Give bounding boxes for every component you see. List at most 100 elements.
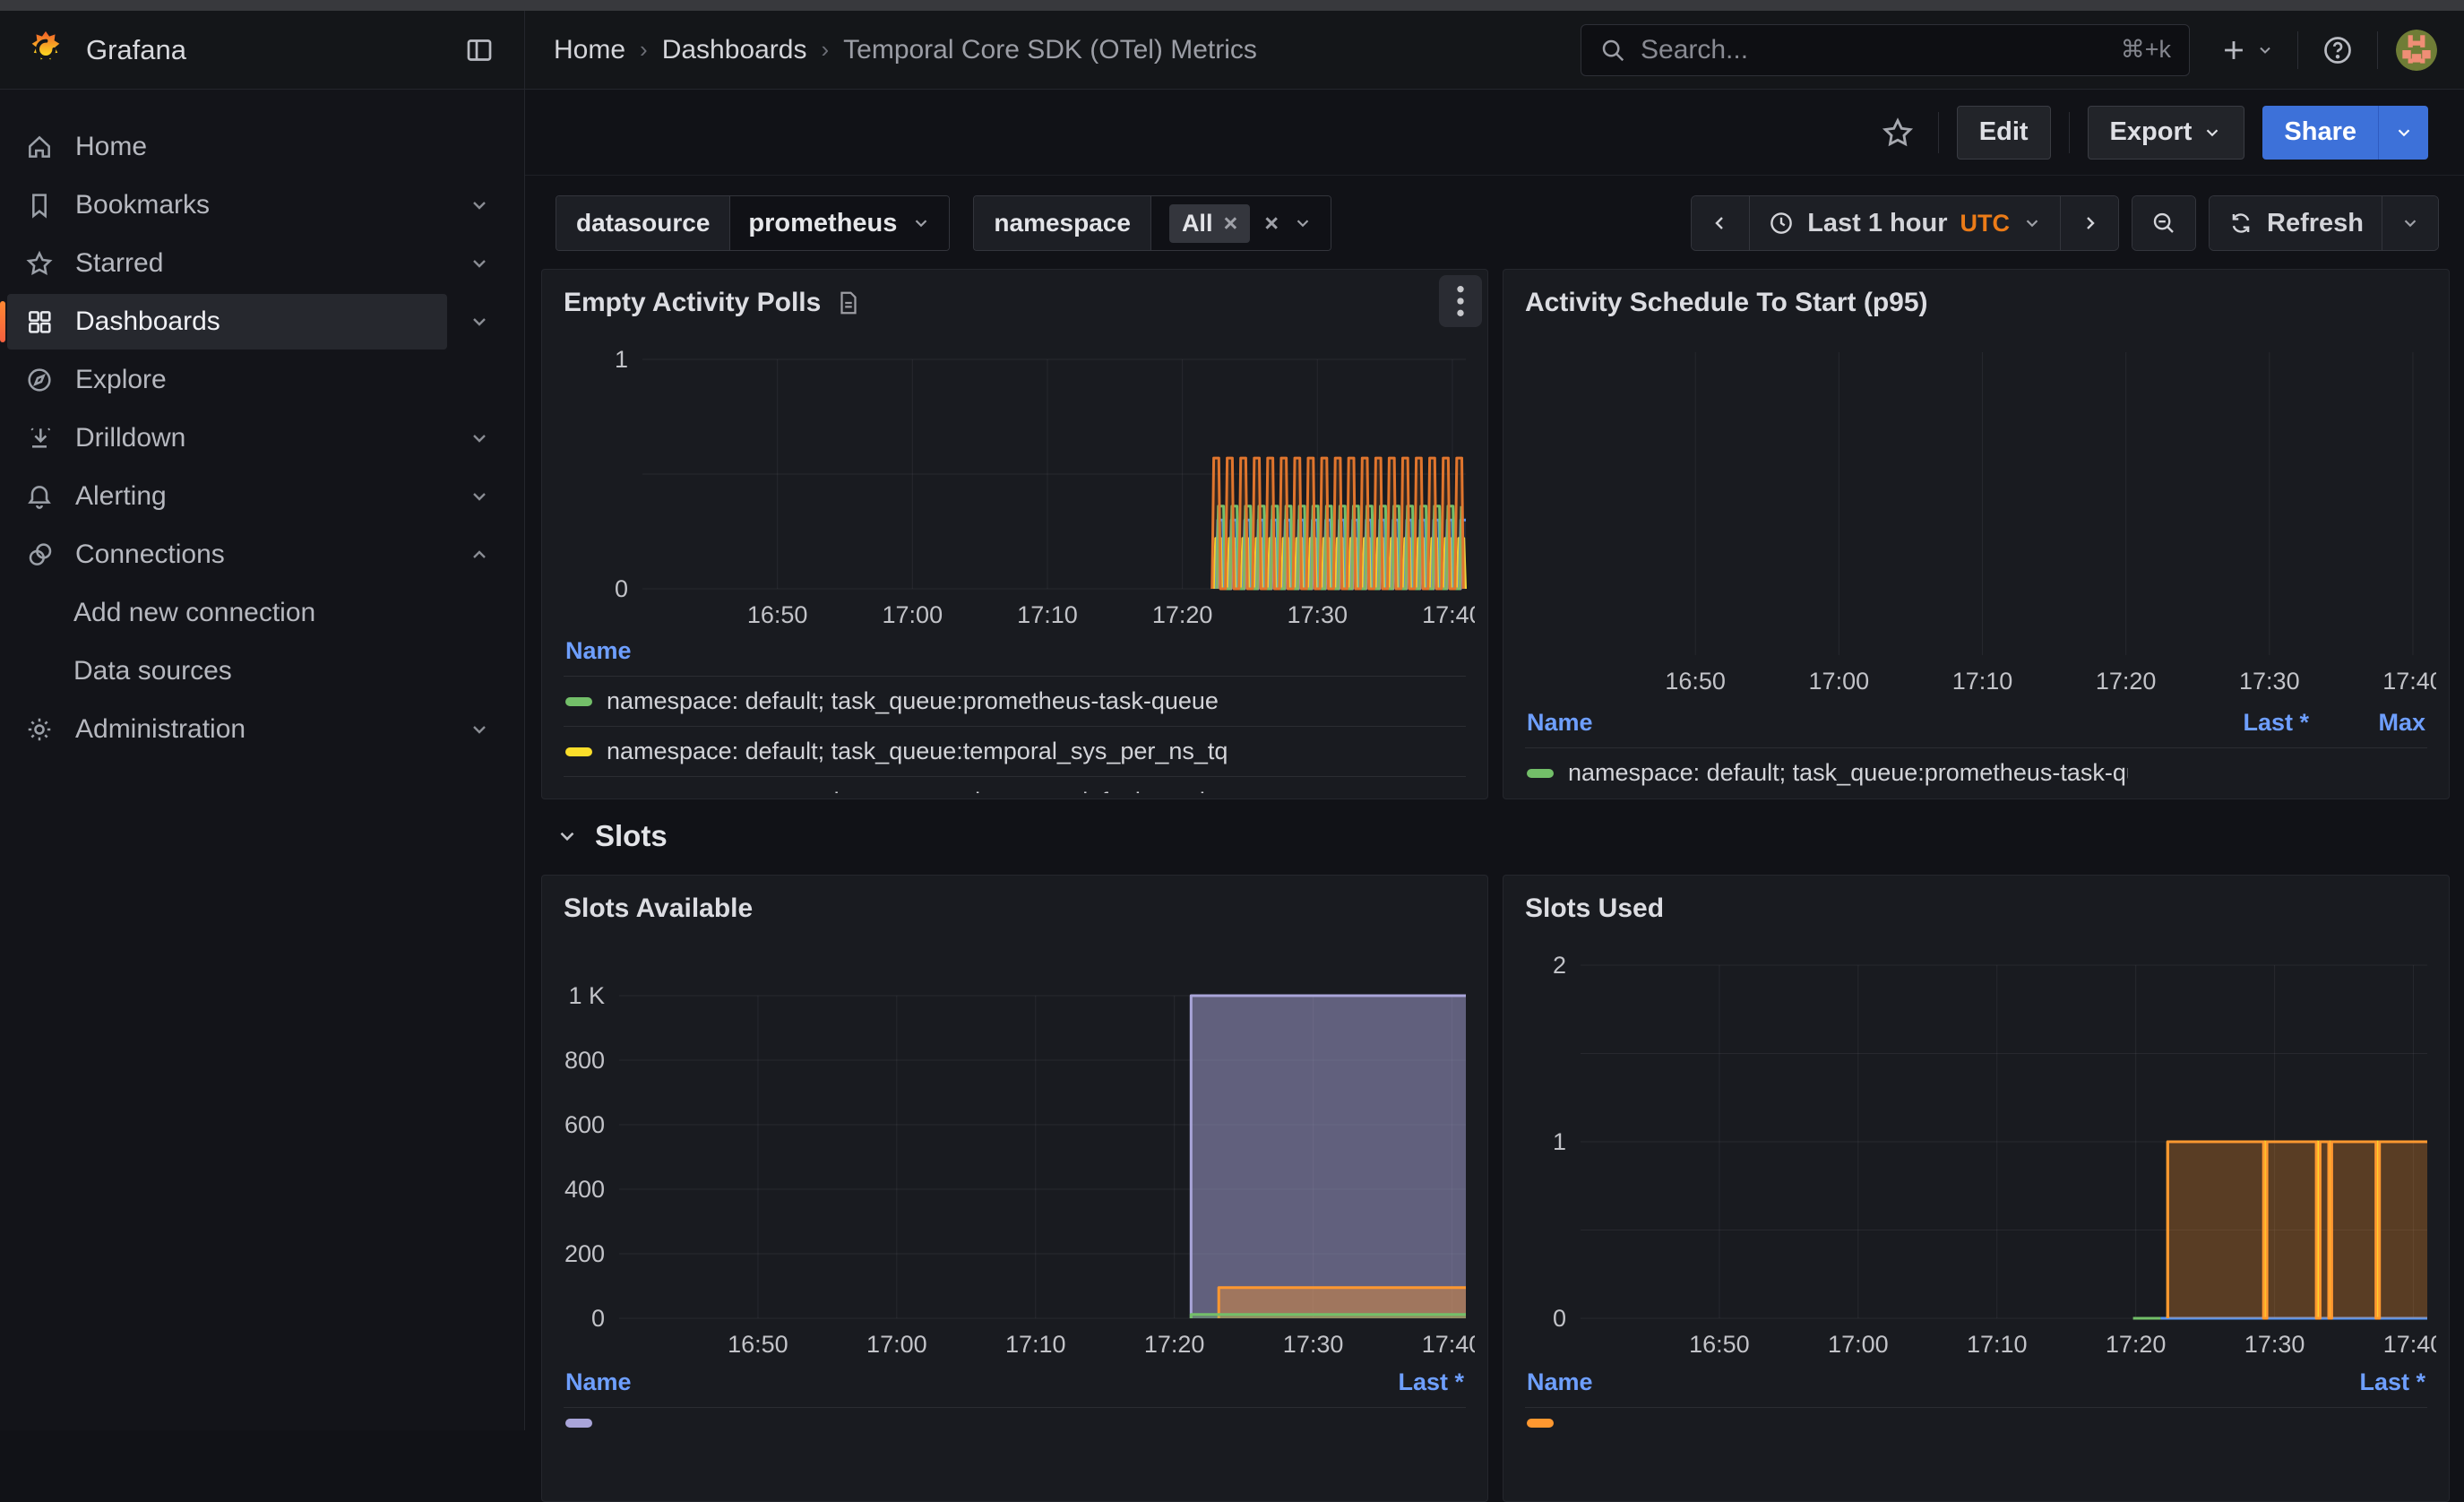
legend-row[interactable]: namespace: temporal_system; task_queue:d… bbox=[564, 776, 1466, 793]
search-input[interactable]: Search... ⌘+k bbox=[1581, 24, 2190, 76]
chevron-down-icon[interactable] bbox=[447, 719, 512, 740]
row-section-slots[interactable]: Slots bbox=[556, 816, 2464, 857]
window-chrome-strip bbox=[0, 0, 2464, 11]
namespace-chip[interactable]: All × bbox=[1169, 204, 1250, 243]
bookmark-icon bbox=[25, 191, 54, 220]
series-name: namespace: default; task_queue:prometheu… bbox=[607, 687, 1464, 715]
panel-menu-button[interactable] bbox=[1439, 275, 1482, 327]
svg-text:600: 600 bbox=[564, 1111, 605, 1138]
namespace-select[interactable]: All × × bbox=[1150, 196, 1331, 250]
connections-icon bbox=[25, 540, 54, 569]
sidebar-item-administration[interactable]: Administration bbox=[7, 702, 447, 757]
legend-row[interactable]: namespace: default; task_queue:prometheu… bbox=[564, 676, 1466, 726]
sidebar-item-drilldown[interactable]: Drilldown bbox=[7, 410, 447, 466]
chevron-down-icon bbox=[556, 824, 579, 848]
clear-all-icon[interactable]: × bbox=[1264, 210, 1279, 237]
time-shift-forward-button[interactable] bbox=[2060, 196, 2118, 250]
series-color-pill bbox=[565, 1419, 592, 1428]
chevron-down-icon[interactable] bbox=[447, 253, 512, 274]
svg-text:400: 400 bbox=[564, 1176, 605, 1203]
magnifier-minus-icon bbox=[2150, 210, 2177, 237]
timeseries-chart[interactable]: 16:5017:0017:1017:2017:3017:400200400600… bbox=[564, 931, 1475, 1361]
series-name: namespace: default; task_queue:temporal_… bbox=[607, 738, 1464, 765]
timeseries-chart[interactable]: 16:5017:0017:1017:2017:3017:4001 bbox=[564, 325, 1475, 630]
svg-text:2: 2 bbox=[1553, 952, 1566, 979]
chevron-down-icon bbox=[2400, 213, 2420, 233]
kebab-menu-icon bbox=[1450, 283, 1471, 319]
share-button[interactable]: Share bbox=[2262, 106, 2378, 160]
sidebar-item-alerting[interactable]: Alerting bbox=[7, 469, 447, 524]
compass-icon bbox=[25, 366, 54, 394]
breadcrumb-home[interactable]: Home bbox=[554, 35, 625, 65]
help-button[interactable] bbox=[2316, 29, 2359, 72]
chevron-down-icon[interactable] bbox=[447, 427, 512, 449]
legend-header-last-[interactable]: Last * bbox=[1312, 1368, 1464, 1396]
sidebar-item-home[interactable]: Home bbox=[7, 119, 447, 175]
add-new-button[interactable] bbox=[2213, 30, 2279, 71]
drilldown-icon bbox=[25, 424, 54, 453]
panel-title[interactable]: Activity Schedule To Start (p95) bbox=[1525, 288, 1928, 318]
time-shift-back-button[interactable] bbox=[1692, 196, 1749, 250]
chevron-down-icon[interactable] bbox=[447, 311, 512, 332]
legend-header-name[interactable]: Name bbox=[565, 637, 1464, 665]
sidebar-item-connections[interactable]: Connections bbox=[7, 527, 447, 583]
clock-icon bbox=[1768, 210, 1795, 237]
sidebar-toggle-icon[interactable] bbox=[458, 29, 501, 72]
zoom-out-time-button[interactable] bbox=[2132, 196, 2195, 250]
panel-title[interactable]: Empty Activity Polls bbox=[564, 288, 821, 318]
chevron-down-icon bbox=[2256, 41, 2274, 59]
time-range-picker[interactable]: Last 1 hour UTC bbox=[1749, 196, 2060, 250]
series-color-pill bbox=[1527, 1419, 1554, 1428]
breadcrumb-dashboards[interactable]: Dashboards bbox=[662, 35, 807, 65]
sidebar-item-add-new-connection[interactable]: Add new connection bbox=[7, 585, 447, 641]
chevron-down-icon[interactable] bbox=[447, 194, 512, 216]
legend-row[interactable]: namespace: default; task_queue:temporal_… bbox=[564, 726, 1466, 776]
nav-main-area: Home › Dashboards › Temporal Core SDK (O… bbox=[525, 11, 2464, 89]
svg-text:0: 0 bbox=[591, 1305, 605, 1332]
timeseries-chart[interactable]: 16:5017:0017:1017:2017:3017:40 bbox=[1525, 325, 2436, 702]
legend-header-last-[interactable]: Last * bbox=[2157, 709, 2309, 737]
legend-row[interactable]: namespace: default; task_queue:prometheu… bbox=[1525, 747, 2427, 798]
breadcrumb-separator: › bbox=[640, 36, 648, 64]
sidebar-item-explore[interactable]: Explore bbox=[7, 352, 447, 408]
grafana-logo-icon[interactable] bbox=[25, 30, 66, 71]
panel-title[interactable]: Slots Used bbox=[1525, 893, 1664, 924]
legend-row[interactable] bbox=[1525, 1407, 2427, 1438]
refresh-button[interactable]: Refresh bbox=[2210, 196, 2382, 250]
legend-header-name[interactable]: Name bbox=[1527, 709, 2157, 737]
favorite-star-button[interactable] bbox=[1875, 110, 1920, 155]
panel-description-icon[interactable] bbox=[835, 289, 862, 316]
sidebar-item-dashboards[interactable]: Dashboards bbox=[7, 294, 447, 350]
svg-text:16:50: 16:50 bbox=[728, 1331, 788, 1358]
user-avatar[interactable] bbox=[2396, 30, 2437, 71]
sidebar-item-bookmarks[interactable]: Bookmarks bbox=[7, 177, 447, 233]
section-title: Slots bbox=[595, 819, 668, 853]
legend-row[interactable] bbox=[564, 1407, 1466, 1438]
sidebar-item-starred[interactable]: Starred bbox=[7, 236, 447, 291]
chevron-up-icon[interactable] bbox=[447, 544, 512, 565]
datasource-select[interactable]: prometheus bbox=[729, 196, 949, 250]
share-dropdown-button[interactable] bbox=[2378, 106, 2428, 160]
legend-header-name[interactable]: Name bbox=[1527, 1368, 2273, 1396]
chevron-down-icon bbox=[2394, 123, 2414, 142]
chevron-down-icon[interactable] bbox=[447, 486, 512, 507]
refresh-interval-dropdown[interactable] bbox=[2382, 196, 2438, 250]
dashboard-content: datasource prometheus namespace All × × bbox=[525, 195, 2464, 1502]
export-button[interactable]: Export bbox=[2088, 106, 2245, 160]
timezone-label: UTC bbox=[1960, 210, 2011, 237]
chevron-left-icon bbox=[1710, 212, 1731, 234]
panel-activity-schedule-to-start: Activity Schedule To Start (p95) 16:5017… bbox=[1503, 269, 2450, 799]
legend-header-last-[interactable]: Last * bbox=[2273, 1368, 2425, 1396]
legend-header-max[interactable]: Max bbox=[2309, 709, 2425, 737]
remove-chip-icon[interactable]: × bbox=[1223, 210, 1237, 237]
svg-text:16:50: 16:50 bbox=[1689, 1331, 1750, 1358]
timeseries-chart[interactable]: 16:5017:0017:1017:2017:3017:40012 bbox=[1525, 931, 2436, 1361]
legend-header-name[interactable]: Name bbox=[565, 1368, 1312, 1396]
series-color-pill bbox=[1527, 769, 1554, 778]
svg-text:17:30: 17:30 bbox=[1283, 1331, 1344, 1358]
edit-button[interactable]: Edit bbox=[1957, 106, 2051, 160]
sidebar-item-data-sources[interactable]: Data sources bbox=[7, 643, 447, 699]
panel-title[interactable]: Slots Available bbox=[564, 893, 753, 924]
nav-brand-area: Grafana bbox=[0, 11, 525, 89]
search-placeholder: Search... bbox=[1641, 35, 2106, 65]
